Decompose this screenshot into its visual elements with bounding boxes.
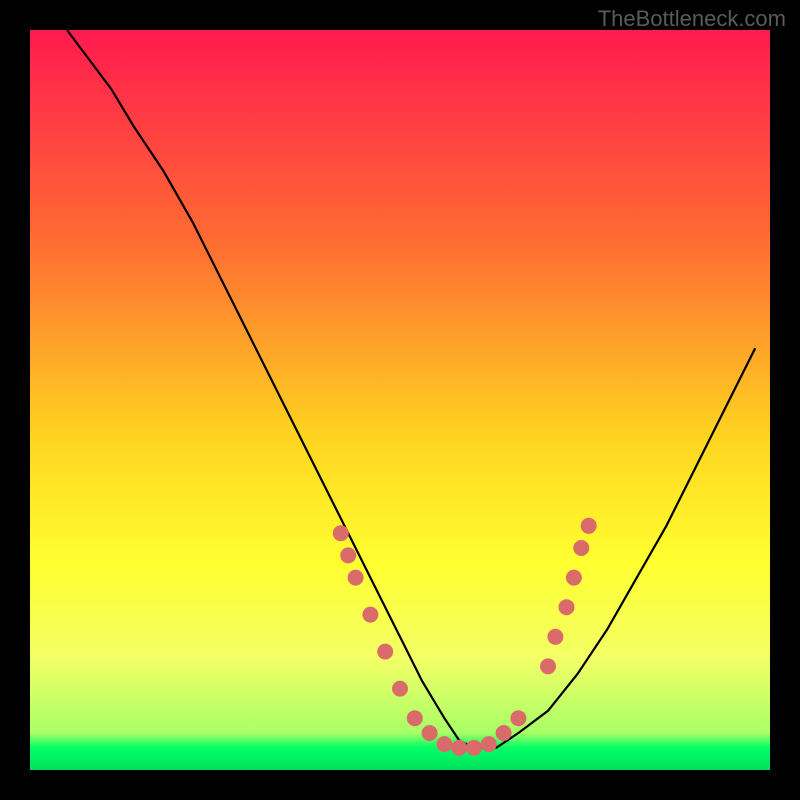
highlight-marker [566,570,582,586]
highlight-marker [333,525,349,541]
highlight-marker [581,518,597,534]
highlight-marker [466,740,482,756]
highlight-marker [407,710,423,726]
highlight-marker [496,725,512,741]
chart-container [30,30,770,770]
highlight-marker [573,540,589,556]
watermark-text: TheBottleneck.com [598,6,786,32]
highlight-marker [547,629,563,645]
bottleneck-chart [30,30,770,770]
highlight-marker [540,658,556,674]
highlight-marker [392,681,408,697]
highlight-marker [340,547,356,563]
highlight-marker [481,736,497,752]
highlight-marker [510,710,526,726]
gradient-background [30,30,770,770]
highlight-marker [377,644,393,660]
highlight-marker [436,736,452,752]
highlight-marker [451,740,467,756]
highlight-marker [362,607,378,623]
highlight-marker [422,725,438,741]
highlight-marker [348,570,364,586]
highlight-marker [559,599,575,615]
